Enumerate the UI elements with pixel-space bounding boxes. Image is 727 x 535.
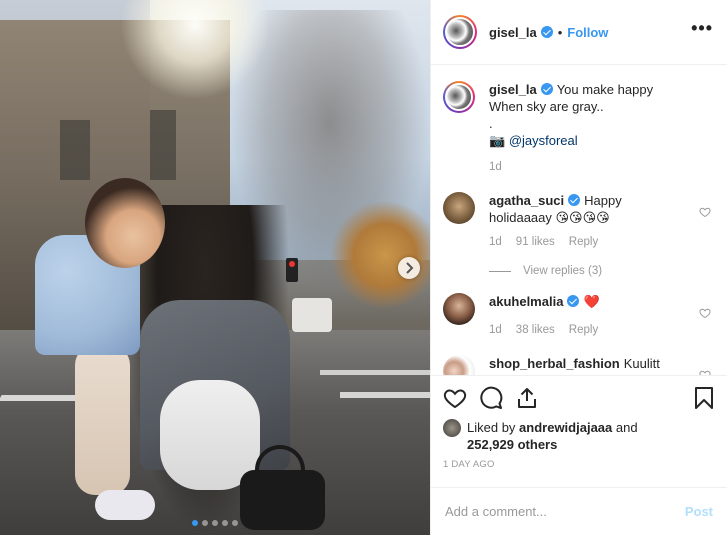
separator-bullet: •	[557, 24, 563, 40]
verified-icon	[568, 194, 581, 206]
liked-by-user-link[interactable]: andrewidjajaaa	[519, 420, 612, 435]
carousel-dot	[192, 520, 198, 526]
verified-icon	[540, 26, 553, 38]
post-actions-bar	[431, 375, 727, 419]
comment-username[interactable]: akuhelmalia	[489, 294, 563, 309]
bookmark-icon	[695, 387, 713, 409]
like-button[interactable]	[443, 386, 467, 410]
carousel-dot	[202, 520, 208, 526]
carousel-indicator	[0, 520, 430, 526]
comment-text-line-2: holidaaaay 😘😘😘😘	[489, 210, 610, 225]
comment-text: Happy	[584, 193, 622, 208]
divider	[489, 270, 511, 272]
photo-girl-head	[85, 178, 165, 268]
caption-line-2: When sky are gray..	[489, 99, 604, 114]
comment-input[interactable]	[445, 504, 685, 519]
share-icon	[518, 387, 536, 408]
post-photo[interactable]	[0, 0, 430, 535]
instagram-post: gisel_la • Follow ••• gisel_la You make h…	[0, 0, 727, 535]
header-username[interactable]: gisel_la	[489, 25, 537, 40]
photo-road-marking	[320, 370, 430, 375]
post-header: gisel_la • Follow •••	[431, 0, 727, 65]
avatar[interactable]	[443, 355, 475, 375]
likes-count-link[interactable]: 252,929 others	[467, 437, 557, 452]
caption-line-1: You make happy	[556, 82, 654, 97]
comment-likes[interactable]: 91 likes	[516, 234, 555, 251]
view-replies-label: View replies (3)	[523, 265, 603, 277]
comment-username[interactable]: agatha_suci	[489, 193, 564, 208]
photo-girl-shoe	[95, 490, 155, 520]
avatar[interactable]	[443, 15, 477, 49]
post-side-panel: gisel_la • Follow ••• gisel_la You make h…	[430, 0, 727, 535]
comment-time[interactable]: 1d	[489, 234, 502, 251]
view-replies-button[interactable]: View replies (3)	[489, 265, 715, 277]
avatar	[443, 419, 461, 437]
caption-username[interactable]: gisel_la	[489, 82, 537, 97]
camera-icon: 📷	[489, 133, 506, 148]
photo-autumn-tree	[330, 200, 430, 310]
save-button[interactable]	[693, 386, 715, 413]
photo-girl-legs	[75, 345, 130, 495]
caption-time[interactable]: 1d	[489, 159, 502, 176]
caption: gisel_la You make happy When sky are gray…	[443, 81, 715, 176]
follow-button[interactable]: Follow	[567, 25, 608, 40]
comment-likes[interactable]: 38 likes	[516, 322, 555, 339]
comment-item: akuhelmalia ❤️ 1d 38 likes Reply	[443, 293, 715, 339]
avatar[interactable]	[443, 192, 475, 224]
heart-icon[interactable]	[699, 206, 711, 218]
heart-icon[interactable]	[699, 307, 711, 319]
comment-button[interactable]	[479, 386, 503, 410]
carousel-dot	[222, 520, 228, 526]
comment-text: ❤️	[583, 294, 600, 309]
verified-icon	[567, 295, 580, 307]
caption-mention-link[interactable]: @jaysforeal	[509, 133, 578, 148]
likes-prefix: Liked by	[467, 420, 520, 435]
photo-car	[292, 298, 332, 332]
photo-window	[150, 110, 176, 180]
avatar[interactable]	[443, 81, 475, 113]
chevron-right-icon	[406, 262, 414, 274]
likes-summary: Liked by andrewidjajaaa and 252,929 othe…	[431, 419, 727, 453]
comment-username[interactable]: shop_herbal_fashion	[489, 356, 620, 371]
comment-item: agatha_suci Happy holidaaaay 😘😘😘😘 1d 91 l…	[443, 192, 715, 251]
add-comment-bar: Post	[431, 487, 727, 535]
share-button[interactable]	[515, 386, 539, 410]
photo-road-marking	[340, 392, 430, 398]
more-icon[interactable]: •••	[691, 19, 713, 37]
heart-icon	[443, 388, 467, 408]
comments-list[interactable]: gisel_la You make happy When sky are gray…	[431, 65, 727, 375]
avatar-image	[445, 83, 473, 111]
reply-button[interactable]: Reply	[569, 322, 598, 339]
carousel-dot	[232, 520, 238, 526]
comment-time[interactable]: 1d	[489, 322, 502, 339]
photo-window	[60, 120, 90, 180]
comment-item: shop_herbal_fashion Kuulitt	[443, 355, 715, 375]
reply-button[interactable]: Reply	[569, 234, 598, 251]
post-timestamp[interactable]: 1 DAY AGO	[431, 453, 727, 487]
carousel-dot	[212, 520, 218, 526]
comment-icon	[480, 386, 503, 409]
photo-road-marking	[0, 395, 82, 401]
likes-and: and	[612, 420, 638, 435]
avatar[interactable]	[443, 293, 475, 325]
verified-icon	[540, 83, 553, 95]
caption-line-3: .	[489, 116, 493, 131]
comment-text: Kuulitt	[623, 356, 660, 371]
avatar-image	[445, 17, 475, 47]
carousel-next-button[interactable]	[398, 257, 420, 279]
post-comment-button[interactable]: Post	[685, 504, 713, 519]
